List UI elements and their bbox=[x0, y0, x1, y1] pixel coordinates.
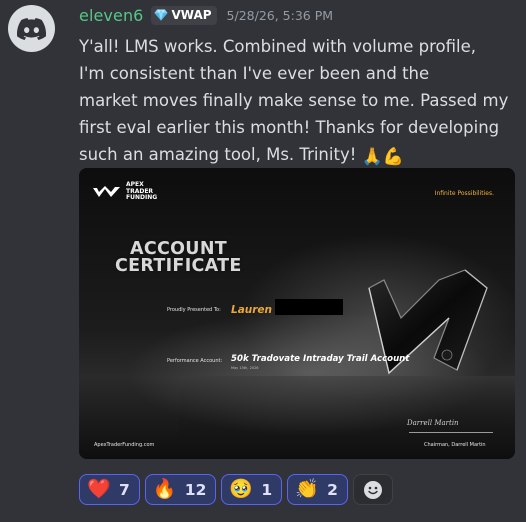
message-line: Y'all! LMS works. Combined with volume p… bbox=[79, 37, 476, 56]
recipient-name: Lauren bbox=[231, 304, 273, 316]
reaction-count: 12 bbox=[184, 480, 207, 499]
presented-label: Proudly Presented To: bbox=[167, 307, 221, 313]
reaction-count: 7 bbox=[119, 480, 130, 499]
reaction-heart[interactable]: ❤️ 7 bbox=[79, 474, 140, 505]
add-reaction-button[interactable] bbox=[352, 474, 393, 505]
apex-logo-text: APEX TRADER FUNDING bbox=[126, 181, 158, 201]
message-line: I'm consistent than I've ever been and t… bbox=[79, 64, 430, 83]
certificate-title-line2: CERTIFICATE bbox=[115, 256, 242, 276]
reaction-clapping-hands[interactable]: 👏 2 bbox=[287, 474, 348, 505]
website-text: ApexTraderFunding.com bbox=[94, 442, 155, 448]
message-line: such an amazing tool, Ms. Trinity! bbox=[79, 145, 357, 164]
reaction-fire[interactable]: 🔥 12 bbox=[144, 474, 217, 505]
flexed-biceps-emoji[interactable]: 💪 bbox=[383, 149, 404, 166]
certificate-tagline: Infinite Possibilities. bbox=[434, 190, 494, 197]
performance-account-value: 50k Tradovate Intraday Trail Account bbox=[231, 354, 410, 364]
reaction-holding-back-tears[interactable]: 🥹 1 bbox=[221, 474, 283, 505]
image-attachment[interactable]: APEX TRADER FUNDING Infinite Possibiliti… bbox=[79, 168, 515, 459]
performance-account-label: Performance Account: bbox=[167, 358, 223, 364]
chat-message: eleven6 VWAP 5/28/26, 5:36 PM Y'all! LMS… bbox=[0, 0, 526, 522]
certificate-title: ACCOUNT CERTIFICATE bbox=[115, 240, 242, 276]
message-header: eleven6 VWAP 5/28/26, 5:36 PM bbox=[79, 4, 333, 26]
apex-logo: APEX TRADER FUNDING bbox=[93, 181, 166, 202]
redaction-box bbox=[275, 299, 343, 315]
heart-icon: ❤️ bbox=[87, 478, 111, 500]
holding-back-tears-icon: 🥹 bbox=[229, 478, 254, 500]
folded-hands-emoji[interactable]: 🙏 bbox=[362, 149, 383, 166]
apex-logo-icon bbox=[93, 185, 120, 197]
fire-icon: 🔥 bbox=[152, 478, 177, 500]
message-content: Y'all! LMS works. Combined with volume p… bbox=[79, 33, 519, 168]
signer-title: Chairman, Darrell Martin bbox=[424, 442, 486, 448]
gem-icon bbox=[154, 9, 168, 21]
reaction-count: 1 bbox=[261, 480, 273, 499]
reactions-bar: ❤️ 7 🔥 12 🥹 1 👏 2 bbox=[79, 474, 393, 505]
discord-logo-icon bbox=[17, 17, 46, 40]
role-tag-label: VWAP bbox=[171, 8, 212, 22]
reaction-count: 2 bbox=[327, 480, 338, 499]
message-line: market moves finally make sense to me. P… bbox=[79, 91, 509, 110]
message-line: first eval earlier this month! Thanks fo… bbox=[79, 118, 500, 137]
clapping-hands-icon: 👏 bbox=[295, 478, 319, 500]
signature: Darrell Martin bbox=[407, 419, 459, 427]
add-reaction-icon bbox=[363, 480, 382, 499]
message-last-line: such an amazing tool, Ms. Trinity! 🙏💪 bbox=[79, 141, 519, 168]
avatar[interactable] bbox=[8, 5, 55, 52]
username[interactable]: eleven6 bbox=[79, 6, 143, 25]
role-tag[interactable]: VWAP bbox=[151, 5, 217, 25]
issue-date: May 15th, 2026 bbox=[231, 366, 259, 370]
timestamp[interactable]: 5/28/26, 5:36 PM bbox=[227, 8, 334, 23]
signature-line bbox=[409, 432, 493, 433]
